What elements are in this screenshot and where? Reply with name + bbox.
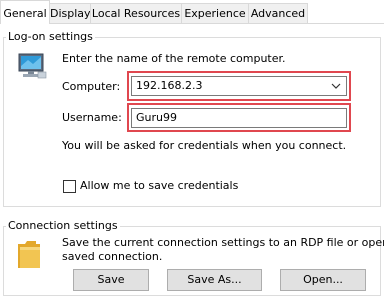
connection-description-line2: saved connection. [62,250,163,263]
computer-highlight [127,71,351,101]
open-button[interactable]: Open... [280,269,366,291]
folder-icon [18,241,40,268]
tab-display[interactable]: Display [49,3,91,23]
tab-strip: General Display Local Resources Experien… [0,0,384,24]
username-label: Username: [62,111,122,124]
tab-experience[interactable]: Experience [181,3,249,23]
logon-settings-legend: Log-on settings [6,30,95,43]
tab-local-resources[interactable]: Local Resources [90,3,182,23]
tab-divider [0,23,384,24]
save-credentials-checkbox[interactable] [63,180,76,193]
connection-settings-legend: Connection settings [6,219,120,232]
save-credentials-label: Allow me to save credentials [80,179,239,192]
connection-description-line1: Save the current connection settings to … [62,236,384,249]
credentials-note: You will be asked for credentials when y… [62,139,347,152]
save-as-button[interactable]: Save As... [167,269,262,291]
save-button[interactable]: Save [73,269,149,291]
computer-label: Computer: [62,80,121,93]
tab-general[interactable]: General [0,0,50,24]
username-highlight [127,103,351,132]
logon-instruction: Enter the name of the remote computer. [62,52,286,65]
computer-icon [18,53,47,79]
tab-advanced[interactable]: Advanced [248,3,308,23]
